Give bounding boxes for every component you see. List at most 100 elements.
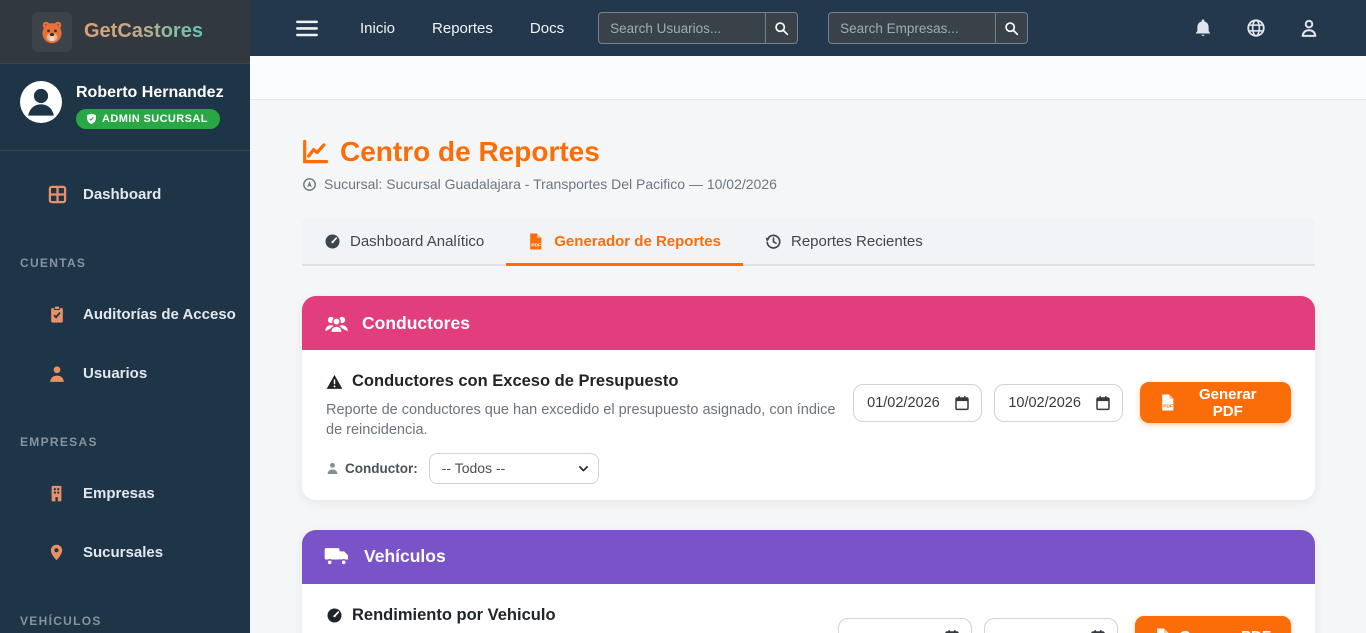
file-pdf-icon: PDF <box>528 233 545 250</box>
avatar <box>20 81 62 123</box>
report-description: Reporte de conductores que han excedido … <box>326 400 853 441</box>
bell-icon[interactable] <box>1193 18 1213 38</box>
building-icon <box>48 484 67 503</box>
search-usuarios-input[interactable] <box>598 12 765 44</box>
search-usuarios-button[interactable] <box>765 12 798 44</box>
sidebar-item-label: Empresas <box>83 485 155 502</box>
chart-line-icon <box>302 139 329 166</box>
report-title: Conductores con Exceso de Presupuesto <box>326 372 853 391</box>
gauge-icon <box>324 233 341 250</box>
report-info: Conductores con Exceso de Presupuesto Re… <box>326 372 853 484</box>
calendar-icon[interactable] <box>944 629 960 633</box>
clipboard-check-icon <box>48 305 67 324</box>
sidebar-section-empresas: EMPRESAS <box>20 435 250 449</box>
date-from-value: 01/02/2026 <box>867 395 940 411</box>
sidebar-item-label: Sucursales <box>83 544 163 561</box>
page-content: Centro de Reportes Sucursal: Sucursal Gu… <box>250 100 1366 633</box>
truck-icon <box>324 547 351 566</box>
svg-text:PDF: PDF <box>1164 403 1174 409</box>
date-to-input[interactable]: 10/02/2026 <box>994 384 1123 422</box>
search-empresas-input[interactable] <box>828 12 995 44</box>
user-name: Roberto Hernandez <box>76 84 224 102</box>
report-title-text: Rendimiento por Vehiculo <box>352 606 556 625</box>
sidebar-item-sucursales[interactable]: Sucursales <box>0 530 250 574</box>
sidebar-menu: Dashboard CUENTAS Auditorías de Acceso U… <box>0 172 250 628</box>
role-badge: ADMIN SUCURSAL <box>76 109 220 129</box>
sidebar-item-auditorias[interactable]: Auditorías de Acceso <box>0 292 250 336</box>
grid-icon <box>48 185 67 204</box>
navbar-icons <box>1193 18 1319 38</box>
compass-icon <box>302 177 317 192</box>
nav-links: Inicio Reportes Docs <box>360 20 564 37</box>
search-usuarios <box>598 12 798 44</box>
tab-generador-de-reportes[interactable]: PDF Generador de Reportes <box>506 218 743 266</box>
tab-reportes-recientes[interactable]: Reportes Recientes <box>743 218 945 266</box>
page-subtitle: Sucursal: Sucursal Guadalajara - Transpo… <box>302 176 1315 192</box>
card-header-title: Vehículos <box>364 546 446 567</box>
card-conductores-body: Conductores con Exceso de Presupuesto Re… <box>302 350 1315 500</box>
nav-link-inicio[interactable]: Inicio <box>360 20 395 37</box>
date-to-value: 10/02/2026 <box>1008 395 1081 411</box>
card-vehiculos-body: Rendimiento por Vehiculo <box>302 584 1315 633</box>
search-icon <box>774 21 789 36</box>
tab-label: Dashboard Analítico <box>350 233 484 250</box>
date-from-input[interactable]: 01/02/2026 <box>853 384 982 422</box>
sidebar-item-label: Usuarios <box>83 365 147 382</box>
shield-icon <box>86 113 97 125</box>
sidebar-item-empresas[interactable]: Empresas <box>0 471 250 515</box>
main-area: Centro de Reportes Sucursal: Sucursal Gu… <box>250 0 1366 633</box>
map-pin-icon <box>48 543 67 562</box>
conductor-filter-label: Conductor: <box>326 461 418 476</box>
sidebar-section-cuentas: CUENTAS <box>20 256 250 270</box>
sidebar-item-label: Dashboard <box>83 186 161 203</box>
users-group-icon <box>324 313 349 333</box>
sidebar: GetCastores Roberto Hernandez ADMIN SUCU… <box>0 0 250 633</box>
user-profile: Roberto Hernandez ADMIN SUCURSAL <box>0 64 250 151</box>
card-conductores: Conductores Conductores con Exceso de Pr… <box>302 296 1315 500</box>
report-info: Rendimiento por Vehiculo <box>326 606 556 633</box>
search-empresas-button[interactable] <box>995 12 1028 44</box>
tab-label: Generador de Reportes <box>554 233 721 250</box>
beaver-logo-icon <box>32 12 72 52</box>
report-title-text: Conductores con Exceso de Presupuesto <box>352 372 678 391</box>
subheader-strip <box>250 56 1366 100</box>
search-empresas <box>828 12 1028 44</box>
card-conductores-header: Conductores <box>302 296 1315 350</box>
brand-area[interactable]: GetCastores <box>0 0 250 64</box>
generar-pdf-button[interactable]: PDF Generar PDF <box>1140 382 1291 423</box>
report-controls: 01/02/2026 10/02/2026 PDF <box>853 384 1291 484</box>
calendar-icon[interactable] <box>1095 395 1111 411</box>
sidebar-item-usuarios[interactable]: Usuarios <box>0 351 250 395</box>
file-pdf-icon: PDF <box>1160 394 1175 411</box>
generar-pdf-button[interactable]: PDF Generar PDF <box>1135 616 1291 633</box>
report-title: Rendimiento por Vehiculo <box>326 606 556 625</box>
brand-name: GetCastores <box>84 20 203 43</box>
nav-link-docs[interactable]: Docs <box>530 20 564 37</box>
globe-icon[interactable] <box>1246 18 1266 38</box>
card-vehiculos-header: Vehículos <box>302 530 1315 584</box>
calendar-icon[interactable] <box>954 395 970 411</box>
conductor-filter-label-text: Conductor: <box>345 461 418 476</box>
person-icon[interactable] <box>1299 18 1319 38</box>
sidebar-section-vehiculos: VEHÍCULOS <box>20 614 250 628</box>
top-navbar: Inicio Reportes Docs <box>250 0 1366 56</box>
date-to-input[interactable] <box>984 618 1118 633</box>
file-pdf-icon: PDF <box>1155 628 1170 633</box>
page-subtitle-text: Sucursal: Sucursal Guadalajara - Transpo… <box>324 176 777 192</box>
sidebar-item-dashboard[interactable]: Dashboard <box>0 172 250 216</box>
calendar-icon[interactable] <box>1090 629 1106 633</box>
conductor-select[interactable]: -- Todos -- <box>429 453 599 484</box>
warning-icon <box>326 374 343 390</box>
generar-pdf-label: Generar PDF <box>1179 628 1271 633</box>
history-icon <box>765 233 782 250</box>
tab-dashboard-analitico[interactable]: Dashboard Analítico <box>302 218 506 266</box>
tab-label: Reportes Recientes <box>791 233 923 250</box>
date-from-input[interactable] <box>838 618 972 633</box>
conductor-filter: Conductor: -- Todos -- <box>326 453 853 484</box>
search-icon <box>1004 21 1019 36</box>
page-title: Centro de Reportes <box>302 136 1315 168</box>
user-icon <box>48 364 67 383</box>
nav-link-reportes[interactable]: Reportes <box>432 20 493 37</box>
hamburger-menu-icon[interactable] <box>296 20 318 37</box>
page-title-text: Centro de Reportes <box>340 136 600 168</box>
